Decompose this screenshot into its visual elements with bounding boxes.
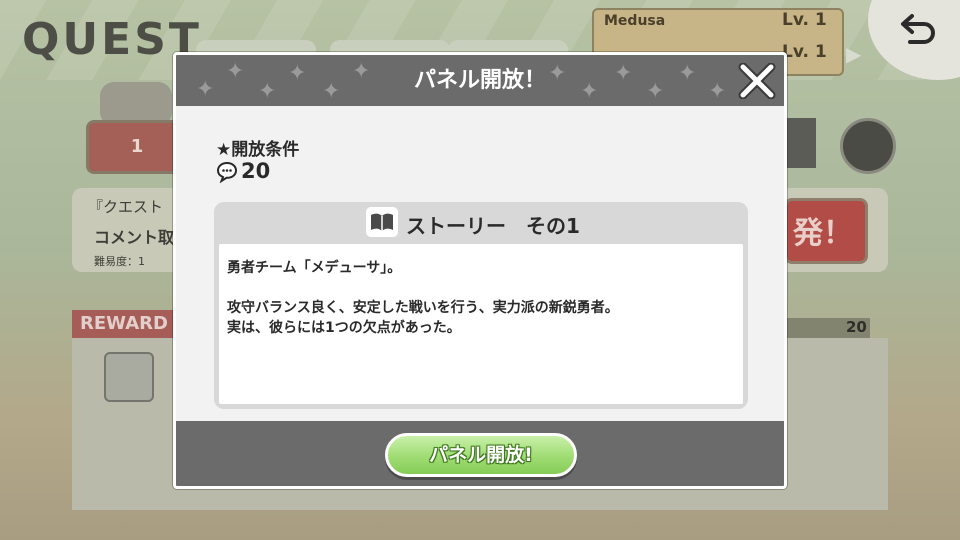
quest-name: 『クエスト <box>88 198 164 216</box>
team-level-2: Lv. 1 <box>782 42 827 62</box>
reward-item-icon[interactable] <box>104 352 154 402</box>
story-title: ストーリー その1 <box>406 214 580 238</box>
progress-count: 20 <box>846 318 867 336</box>
next-arrow-icon[interactable]: ▶ <box>846 42 861 66</box>
locked-panel[interactable] <box>840 118 896 174</box>
speech-bubble-icon <box>216 161 238 183</box>
story-body: 勇者チーム「メデューサ」。 攻守バランス良く、安定した戦いを行う、実力派の新鋭勇… <box>219 244 743 404</box>
story-text: 勇者チーム「メデューサ」。 攻守バランス良く、安定した戦いを行う、実力派の新鋭勇… <box>227 260 619 336</box>
quest-difficulty: 難易度：1 <box>94 255 145 268</box>
unlock-condition-value: 20 <box>241 159 271 183</box>
book-icon <box>366 207 398 237</box>
close-icon[interactable] <box>738 63 776 99</box>
back-arrow-icon[interactable] <box>896 10 938 52</box>
dialog-title: パネル開放！ <box>413 68 546 93</box>
start-quest-button[interactable]: 発！ <box>784 198 868 264</box>
team-level-1: Lv. 1 <box>782 10 827 30</box>
quest-comment: コメント取 <box>94 228 175 247</box>
panel-unlock-dialog: ✦ ✦ ✦ ✦ ✦ ✦ ✦ ✦ ✦ ✦ ✦ ✦ パネル開放！ ★開放条件 20 <box>173 52 787 489</box>
panel-path <box>786 118 816 168</box>
open-panel-button[interactable]: パネル開放! <box>385 433 577 477</box>
dialog-header: ✦ ✦ ✦ ✦ ✦ ✦ ✦ ✦ ✦ ✦ ✦ ✦ パネル開放！ <box>176 55 784 106</box>
story-header: ストーリー その1 <box>214 202 748 244</box>
unlock-condition-label: ★開放条件 <box>216 140 300 160</box>
team-name: Medusa <box>604 13 666 29</box>
reward-label: REWARD <box>80 313 168 334</box>
story-box: ストーリー その1 勇者チーム「メデューサ」。 攻守バランス良く、安定した戦いを… <box>214 202 748 409</box>
